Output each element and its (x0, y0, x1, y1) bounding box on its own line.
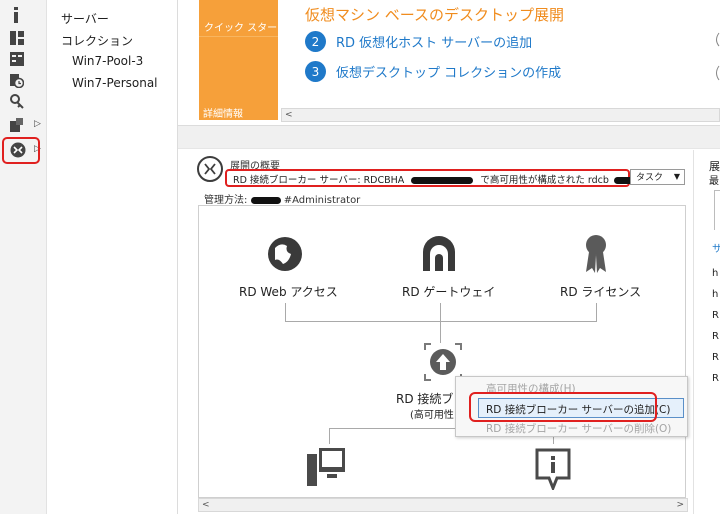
right-panel-subheading: 最 (709, 176, 719, 187)
connection-broker-sublabel: (高可用性 (410, 410, 454, 421)
connector-line (440, 321, 441, 343)
rail-all-servers[interactable] (4, 48, 42, 70)
rail-security[interactable] (4, 91, 42, 113)
dashboard-icon (10, 31, 24, 45)
details-label: 詳細情報 (203, 109, 243, 120)
redaction-mark (411, 177, 474, 184)
nav-pane: サーバー コレクション Win7-Pool-3 Win7-Personal (48, 0, 178, 514)
right-panel-row: R (712, 310, 719, 321)
top-horizontal-scrollbar[interactable]: < (281, 108, 720, 122)
menu-item-remove-broker[interactable]: RD 接続ブローカー サーバーの削除(O) (486, 421, 671, 436)
rail-dashboard[interactable] (4, 4, 42, 26)
redaction-mark (250, 196, 281, 204)
tasks-dropdown[interactable]: タスク ▼ (630, 169, 685, 185)
deployment-diagram: RD Web アクセス RD ゲートウェイ RD ライセンス RD 接続ブ (高… (198, 205, 686, 498)
right-panel-row: h (712, 268, 719, 279)
scroll-left-icon[interactable]: < (285, 109, 293, 121)
file-services-icon (10, 118, 23, 132)
connector-line (596, 303, 597, 321)
rail-highlight (2, 137, 40, 164)
connector-line (329, 428, 330, 444)
status-middle: で高可用性が構成された rdcb (480, 175, 609, 186)
connector-line (285, 321, 597, 322)
right-panel-gap (693, 150, 706, 514)
step-number: 3 (305, 61, 326, 82)
step-link[interactable]: 仮想デスクトップ コレクションの作成 (336, 62, 561, 81)
icon-rail: ▷ ▷ (0, 0, 47, 514)
deployment-overview-icon (197, 156, 223, 182)
right-panel-row: R (712, 331, 719, 342)
expand-arrow-icon[interactable]: ▷ (34, 119, 41, 129)
nav-item-collections[interactable]: コレクション (61, 32, 133, 49)
step-number: 2 (305, 31, 326, 52)
tasks-label: タスク (636, 173, 664, 183)
right-panel: 展 最 サ h h R R R R (706, 150, 720, 514)
right-panel-link[interactable]: サ (712, 240, 720, 255)
connection-broker-label: RD 接続ブ (396, 392, 454, 406)
rail-file-services[interactable]: ▷ (4, 114, 42, 136)
license-icon[interactable] (583, 234, 609, 274)
scroll-right-icon[interactable]: > (676, 499, 684, 511)
deployment-steps-title: 仮想マシン ベースのデスクトップ展開 (305, 6, 565, 24)
managed-as-text: 管理方法: #Administrator (204, 191, 360, 206)
server-icon (10, 52, 24, 66)
deployment-status-text: RD 接続ブローカー サーバー: RDCBHA で高可用性が構成された rdcb (225, 169, 644, 187)
step-create-collection[interactable]: 3 仮想デスクトップ コレクションの作成 (305, 61, 561, 82)
diagram-horizontal-scrollbar[interactable]: < > (198, 498, 688, 512)
key-icon (10, 94, 24, 109)
right-panel-box (714, 190, 720, 230)
web-access-label: RD Web アクセス (239, 285, 338, 299)
info-icon (14, 7, 18, 23)
connector-line (440, 303, 441, 321)
virtualization-host-icon[interactable] (307, 448, 345, 488)
quick-start-label: クイック スタート (204, 23, 288, 34)
rail-events[interactable] (4, 70, 42, 92)
nav-item-servers[interactable]: サーバー (61, 10, 109, 27)
nav-item-collection[interactable]: Win7-Pool-3 (72, 54, 143, 68)
status-prefix: RD 接続ブローカー サーバー: RDCBHA (233, 175, 405, 186)
menu-item-highlight (469, 392, 657, 422)
scroll-left-icon[interactable]: < (202, 499, 210, 511)
section-divider (178, 125, 720, 149)
nav-item-collection[interactable]: Win7-Personal (72, 76, 158, 90)
right-panel-row: R (712, 352, 719, 363)
top-right-edge (712, 30, 720, 90)
gateway-label: RD ゲートウェイ (402, 285, 496, 299)
quick-start-tile[interactable]: クイック スタート (199, 0, 287, 36)
globe-icon[interactable] (267, 236, 303, 272)
clock-icon (10, 74, 24, 88)
info-bubble-icon[interactable] (535, 448, 571, 490)
right-panel-row: R (712, 373, 719, 384)
gateway-icon[interactable] (421, 236, 457, 272)
step-link[interactable]: RD 仮想化ホスト サーバーの追加 (336, 32, 532, 51)
license-label: RD ライセンス (560, 285, 642, 299)
connector-line (285, 303, 286, 321)
rail-local-server[interactable] (4, 27, 42, 49)
dropdown-arrow-icon: ▼ (673, 172, 680, 181)
details-tile[interactable]: 詳細情報 (199, 36, 278, 120)
right-panel-row: h (712, 289, 719, 300)
step-add-virtualization-host[interactable]: 2 RD 仮想化ホスト サーバーの追加 (305, 31, 532, 52)
